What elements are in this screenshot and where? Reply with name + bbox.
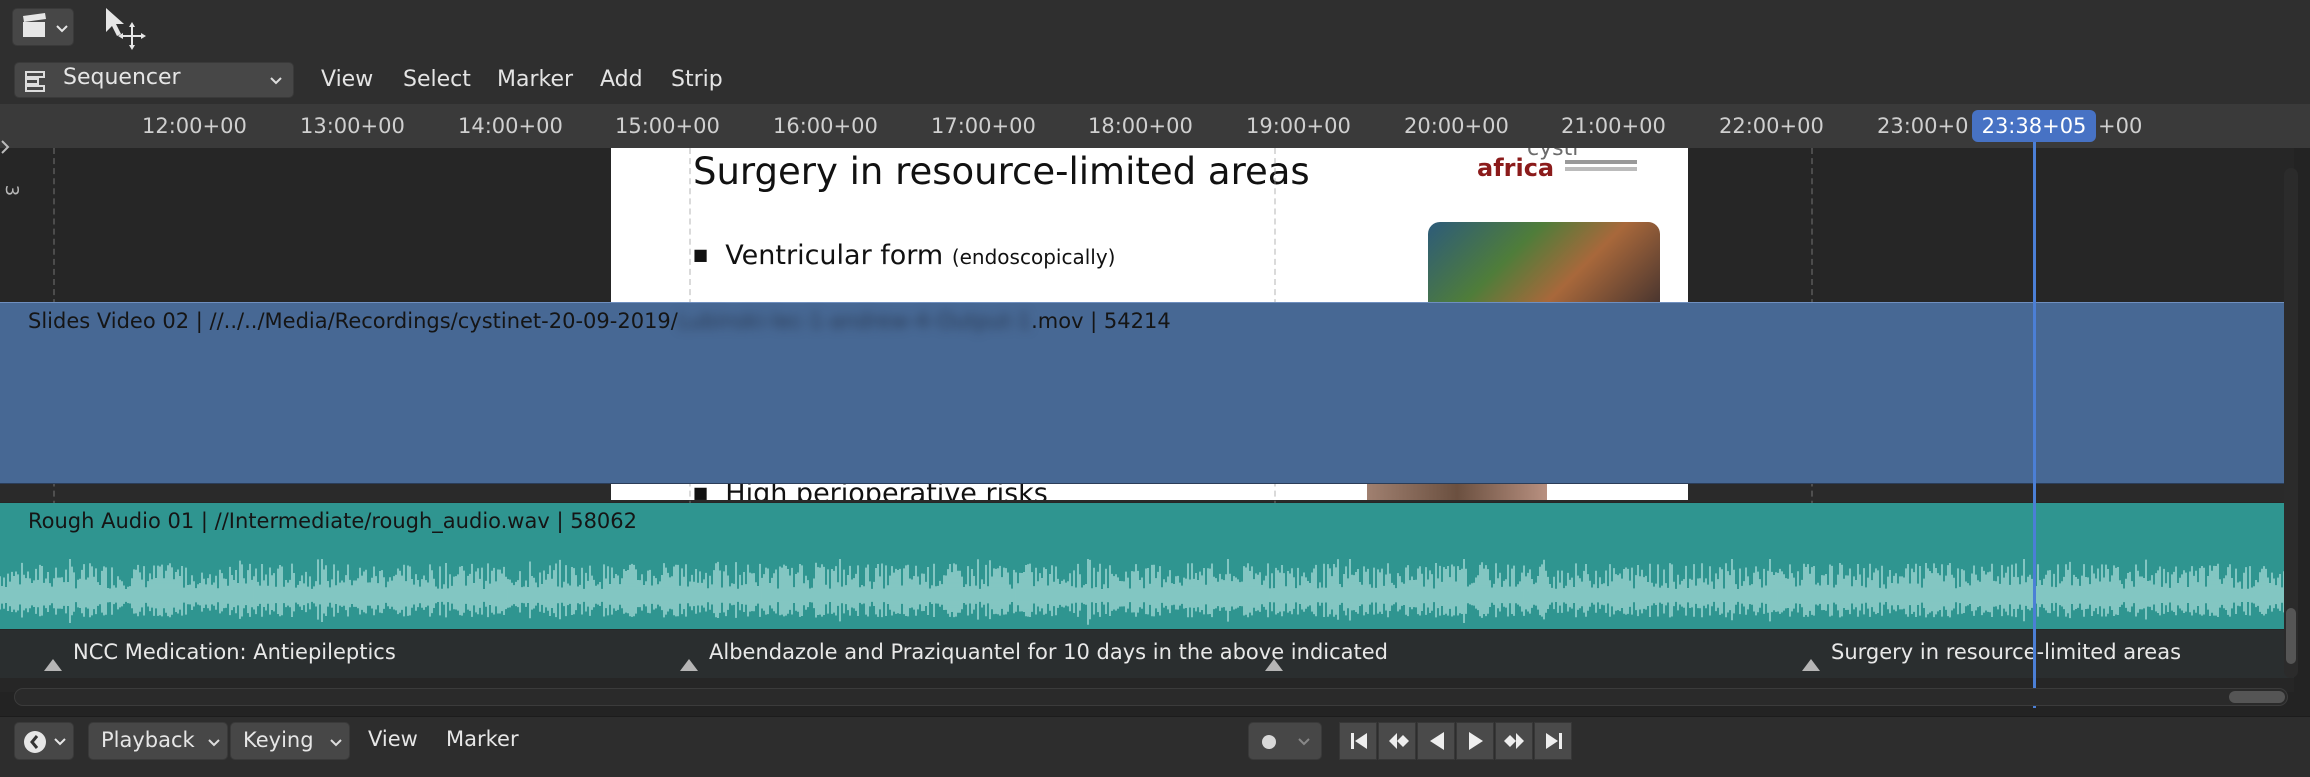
- menu-select[interactable]: Select: [403, 64, 471, 96]
- ruler-tick: 13:00+00: [300, 114, 405, 138]
- ruler-tick: 18:00+00: [1088, 114, 1193, 138]
- timeline-editor-dropdown[interactable]: [14, 722, 74, 760]
- next-keyframe-icon: [1504, 733, 1524, 749]
- ruler-tick: 14:00+00: [458, 114, 563, 138]
- jump-end-icon: [1546, 733, 1562, 749]
- vertical-scrollbar[interactable]: [2284, 168, 2298, 678]
- ruler-tick: 21:00+00: [1561, 114, 1666, 138]
- move-tool-icon[interactable]: [102, 6, 146, 50]
- record-icon: [1262, 735, 1310, 749]
- sequencer-mode-label: Sequencer: [63, 65, 181, 90]
- play-reverse-button[interactable]: [1417, 722, 1455, 760]
- video-strip[interactable]: Slides Video 02 | //../../Media/Recordin…: [0, 302, 2294, 484]
- ruler-tick: 16:00+00: [773, 114, 878, 138]
- jump-to-start-button[interactable]: [1339, 722, 1377, 760]
- audio-strip[interactable]: Rough Audio 01 | //Intermediate/rough_au…: [0, 503, 2294, 629]
- sequencer-icon: [25, 71, 45, 92]
- playhead-frame-label[interactable]: 23:38+05: [1972, 110, 2096, 142]
- menu-add[interactable]: Add: [600, 64, 643, 96]
- ruler-tick: +00: [2098, 114, 2143, 138]
- clock-icon: [24, 731, 66, 753]
- jump-start-icon: [1351, 733, 1367, 749]
- playback-label: Playback: [101, 728, 195, 752]
- horizontal-scrollbar[interactable]: [14, 688, 2288, 706]
- audio-strip-label: Rough Audio 01 | //Intermediate/rough_au…: [28, 509, 638, 533]
- markers-row: NCC Medication: Antiepileptics Albendazo…: [0, 630, 2294, 678]
- ruler-tick: 19:00+00: [1246, 114, 1351, 138]
- marker-label[interactable]: Surgery in resource-limited areas: [1831, 640, 2181, 664]
- chevron-down-icon: [270, 77, 282, 85]
- horizontal-scroll-handle[interactable]: [2229, 691, 2285, 703]
- prev-keyframe-icon: [1389, 733, 1409, 749]
- ruler-tick: 15:00+00: [615, 114, 720, 138]
- playback-dropdown[interactable]: Playback: [88, 722, 228, 760]
- blurred-filename: Lubinski-lec-1-andrew-4-Output-1: [677, 309, 1032, 333]
- ruler-tick: 23:00+0: [1877, 114, 1969, 138]
- sequencer-mode-dropdown[interactable]: Sequencer: [14, 62, 294, 98]
- timeline-menu-marker[interactable]: Marker: [446, 727, 519, 751]
- time-ruler[interactable]: 12:00+00 13:00+00 14:00+00 15:00+00 16:0…: [0, 104, 2310, 148]
- play-reverse-icon: [1430, 732, 1444, 750]
- auto-keying-toggle[interactable]: [1248, 722, 1322, 760]
- marker-label[interactable]: NCC Medication: Antiepileptics: [73, 640, 396, 664]
- marker-flag-icon[interactable]: [679, 658, 699, 672]
- jump-to-end-button[interactable]: [1534, 722, 1572, 760]
- menu-strip[interactable]: Strip: [671, 64, 723, 96]
- marker-flag-icon[interactable]: [1801, 658, 1821, 672]
- menu-view[interactable]: View: [321, 64, 373, 96]
- ruler-tick: 20:00+00: [1404, 114, 1509, 138]
- slide-logo: cysti africa: [1477, 148, 1677, 182]
- waveform-path: [0, 559, 2293, 625]
- chevron-down-icon: [208, 739, 220, 747]
- editor-type-dropdown[interactable]: [12, 8, 74, 46]
- slide-bullet: ■ Ventricular form (endoscopically): [693, 240, 1116, 271]
- jump-to-keyframe-next-button[interactable]: [1495, 722, 1533, 760]
- play-icon: [1469, 732, 1483, 750]
- side-expand-arrow[interactable]: [0, 138, 12, 156]
- slide-bullet-note: (endoscopically): [951, 245, 1116, 269]
- audio-waveform: [0, 559, 2293, 625]
- marker-flag-icon[interactable]: [1264, 658, 1284, 672]
- play-button[interactable]: [1456, 722, 1494, 760]
- keying-label: Keying: [243, 728, 314, 752]
- channel-number: 3: [1, 184, 23, 197]
- jump-to-keyframe-prev-button[interactable]: [1378, 722, 1416, 760]
- chevron-down-icon: [330, 739, 342, 747]
- keying-dropdown[interactable]: Keying: [230, 722, 350, 760]
- ruler-tick: 12:00+00: [142, 114, 247, 138]
- slide-bullet-text: Ventricular form: [725, 240, 944, 271]
- video-strip-label: Slides Video 02 | //../../Media/Recordin…: [28, 309, 1171, 333]
- ruler-tick: 22:00+00: [1719, 114, 1824, 138]
- vertical-scroll-handle[interactable]: [2286, 608, 2296, 664]
- timeline-menu-view[interactable]: View: [368, 727, 418, 751]
- menu-marker[interactable]: Marker: [497, 64, 573, 96]
- clapperboard-icon: [23, 13, 68, 37]
- ruler-tick: 17:00+00: [931, 114, 1036, 138]
- playhead-line[interactable]: [2033, 142, 2036, 708]
- slide-title: Surgery in resource-limited areas: [693, 150, 1310, 193]
- marker-flag-icon[interactable]: [43, 658, 63, 672]
- marker-label[interactable]: Albendazole and Praziquantel for 10 days…: [709, 640, 1388, 664]
- top-toolbar: [0, 0, 2310, 56]
